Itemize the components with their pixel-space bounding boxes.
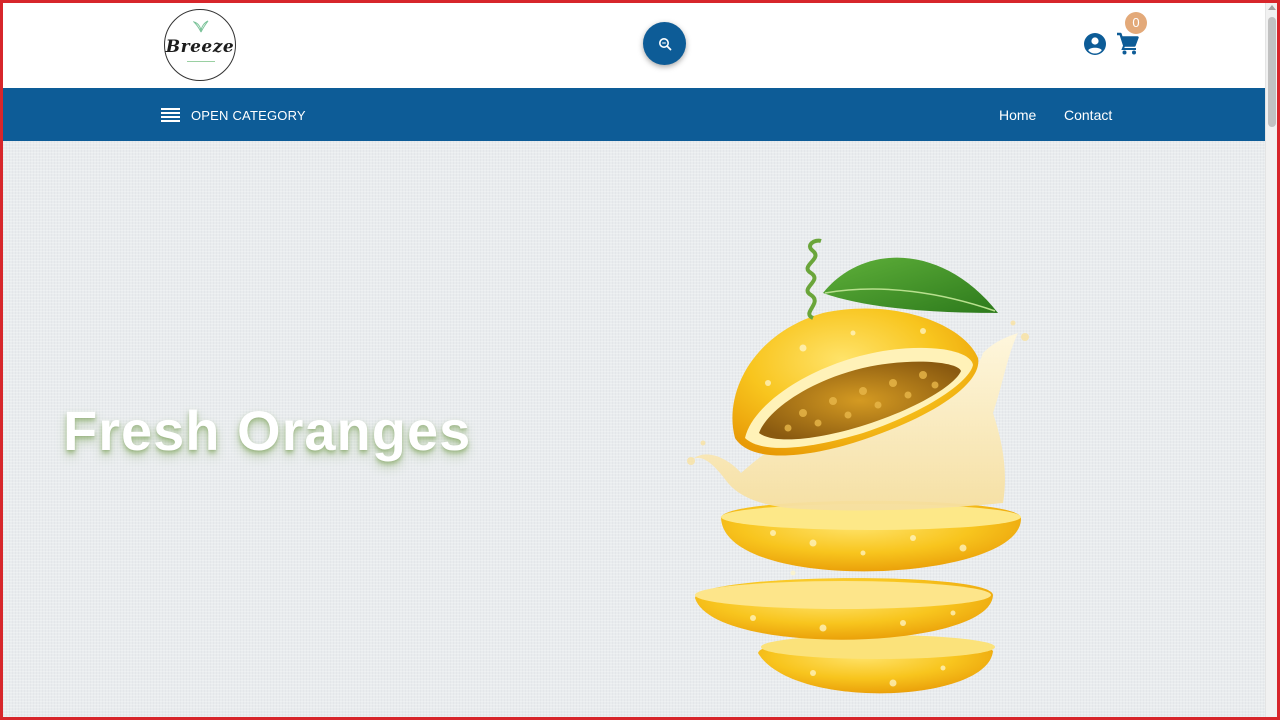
search-button[interactable] bbox=[643, 22, 686, 65]
site-header: Breeze 0 bbox=[3, 3, 1265, 88]
open-category-button[interactable]: OPEN CATEGORY bbox=[161, 104, 306, 126]
logo-wordmark: Breeze bbox=[165, 37, 235, 57]
nav-link-contact[interactable]: Contact bbox=[1064, 107, 1112, 123]
account-circle-icon[interactable] bbox=[1083, 32, 1107, 56]
search-icon bbox=[658, 37, 671, 50]
page-scrollbar[interactable] bbox=[1265, 3, 1277, 717]
cart-count-badge: 0 bbox=[1125, 12, 1147, 34]
nav-link-home[interactable]: Home bbox=[999, 107, 1036, 123]
brand-logo[interactable]: Breeze bbox=[164, 9, 236, 81]
hero-banner: Fresh Oranges bbox=[3, 141, 1265, 717]
shopping-cart-icon[interactable] bbox=[1116, 32, 1140, 56]
leaf-icon bbox=[193, 20, 209, 33]
sliced-orange-splash-illustration bbox=[687, 238, 1029, 694]
main-navigation: OPEN CATEGORY Home Contact bbox=[3, 88, 1265, 141]
scroll-up-arrow-icon[interactable] bbox=[1268, 5, 1276, 10]
logo-underline bbox=[187, 61, 215, 62]
scroll-thumb[interactable] bbox=[1268, 17, 1276, 127]
hamburger-menu-icon bbox=[161, 107, 180, 123]
hero-title: Fresh Oranges bbox=[63, 399, 472, 462]
category-label: OPEN CATEGORY bbox=[191, 107, 306, 123]
